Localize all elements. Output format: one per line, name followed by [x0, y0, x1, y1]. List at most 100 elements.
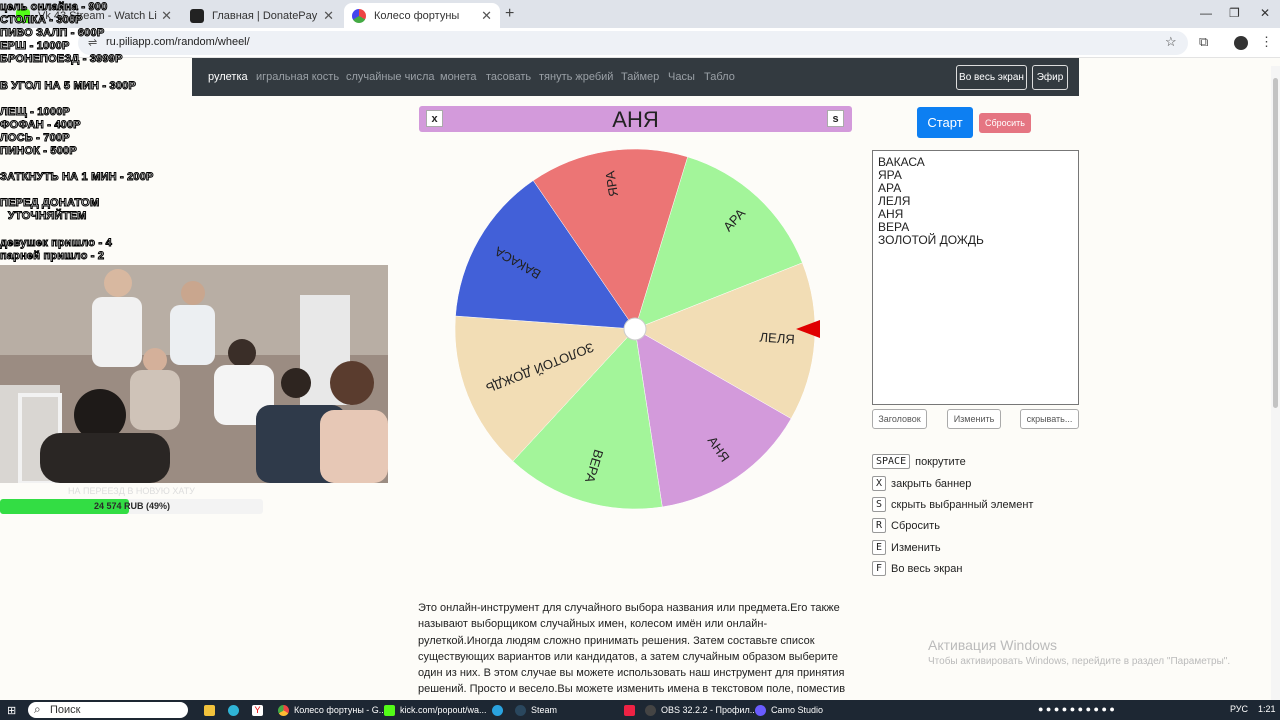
overlay-line: девушек пришло - 4	[0, 237, 112, 250]
name-line: ЯРА	[878, 168, 902, 182]
search-icon: ⌕	[34, 701, 41, 716]
taskbar-item-kick[interactable]: kick.com/popout/wa...	[384, 703, 487, 717]
tab-donatepay[interactable]: Главная | DonatePay ✕	[182, 3, 342, 28]
edge-icon[interactable]	[228, 703, 244, 717]
edit-button[interactable]: Изменить	[947, 409, 1001, 429]
key-badge: SPACE	[872, 454, 911, 469]
close-icon[interactable]: ✕	[323, 8, 334, 24]
key-badge: R	[872, 518, 887, 533]
fortune-wheel[interactable]: АРАЛЕЛЯАНЯВЕРАЗОЛОТОЙ ДОЖДЬВАКАСАЯРА	[450, 145, 822, 517]
overlay-line: ПИНОК - 500Р	[0, 145, 77, 158]
overlay-line: В УГОЛ НА 5 МИН - 300Р	[0, 80, 136, 93]
hotkey-text: Изменить	[891, 541, 941, 554]
language-indicator[interactable]: РУС	[1230, 704, 1248, 714]
nav-timer[interactable]: Таймер	[621, 71, 659, 83]
key-badge: S	[872, 497, 887, 512]
webcam-image	[0, 265, 388, 483]
url-text[interactable]: ru.piliapp.com/random/wheel/	[106, 36, 250, 48]
wheel-pointer-icon	[796, 320, 820, 338]
windows-start-icon[interactable]: ⊞	[7, 703, 16, 717]
nav-roulette[interactable]: рулетка	[208, 71, 248, 83]
menu-icon[interactable]: ⋮	[1260, 34, 1273, 50]
close-window-icon[interactable]: ✕	[1260, 6, 1270, 20]
names-textarea[interactable]: ВАКАСА ЯРА АРА ЛЕЛЯ АНЯ ВЕРА ЗОЛОТОЙ ДОЖ…	[872, 150, 1079, 405]
windows-activation-watermark: Активация Windows Чтобы активировать Win…	[928, 637, 1230, 667]
nav-draw-lots[interactable]: тянуть жребий	[539, 71, 613, 83]
tab-title: Колесо фортуны	[374, 9, 460, 22]
goal-amount: 24 574 RUB (49%)	[94, 501, 171, 511]
hotkey-x: X закрыть баннер	[872, 476, 971, 491]
taskbar-item-label: OBS 32.2.2 - Профил...	[661, 705, 758, 715]
extensions-icon[interactable]: ⧉	[1199, 34, 1208, 50]
hide-button[interactable]: скрывать...	[1020, 409, 1079, 429]
webcam-feed	[0, 265, 388, 483]
nav-dice[interactable]: игральная кость	[256, 71, 339, 83]
restore-icon[interactable]: ❐	[1229, 6, 1240, 20]
tab-title: Главная | DonatePay	[212, 9, 318, 22]
taskbar-item-label: Steam	[531, 705, 558, 715]
overlay-line: ПЕРЕД ДОНАТОМ	[0, 197, 100, 210]
explorer-icon[interactable]	[204, 703, 220, 717]
title-button[interactable]: Заголовок	[872, 409, 927, 429]
hotkey-space: SPACE покрутите	[872, 454, 966, 469]
overlay-line: БРОНЕПОЕЗД - 3999Р	[0, 53, 123, 66]
result-banner: АНЯ x s	[419, 106, 852, 132]
key-badge: E	[872, 540, 887, 555]
taskbar-item-label: Camo Studio	[771, 705, 824, 715]
nav-clock[interactable]: Часы	[668, 71, 695, 83]
overlay-line: парней пришло - 2	[0, 250, 105, 263]
overlay-line: цель онлайна - 900	[0, 1, 108, 14]
taskbar-item-label: kick.com/popout/wa...	[400, 705, 487, 715]
hide-item-button[interactable]: s	[827, 110, 844, 127]
profile-avatar[interactable]	[1234, 36, 1248, 50]
clock[interactable]: 1:21	[1258, 704, 1276, 714]
new-tab-icon[interactable]: +	[505, 5, 514, 23]
overlay-line: ЛЕЩ - 1000Р	[0, 106, 71, 119]
taskbar-item-chrome[interactable]: Колесо фортуны - G...	[278, 703, 386, 717]
fullscreen-button[interactable]: Во весь экран	[956, 65, 1027, 90]
tray-icons[interactable]: ● ● ● ● ● ● ● ● ● ●	[1038, 704, 1115, 714]
broadcast-button[interactable]: Эфир	[1032, 65, 1068, 90]
reset-button[interactable]: Сбросить	[979, 113, 1031, 133]
name-line: ЛЕЛЯ	[878, 194, 911, 208]
taskbar-item-steam[interactable]: Steam	[515, 703, 557, 717]
taskbar-item-obs[interactable]: OBS 32.2.2 - Профил...	[645, 703, 757, 717]
tab-wheel[interactable]: Колесо фортуны ✕	[344, 3, 500, 28]
hotkey-s: S скрыть выбранный элемент	[872, 497, 1033, 512]
name-line: ВАКАСА	[878, 155, 925, 169]
hotkey-text: Во весь экран	[891, 562, 963, 575]
scrollbar-thumb[interactable]	[1273, 78, 1278, 408]
hotkey-text: закрыть баннер	[891, 477, 972, 490]
start-button[interactable]: Старт	[917, 107, 973, 138]
windows-taskbar: ⊞ ⌕ Поиск Y Колесо фортуны - G... kick.c…	[0, 700, 1280, 720]
overlay-line: УТОЧНЯЙТЕМ	[8, 210, 87, 223]
minimize-icon[interactable]: —	[1200, 6, 1212, 20]
app-icon[interactable]	[624, 703, 640, 717]
wheel-center	[623, 317, 647, 341]
activation-subtitle: Чтобы активировать Windows, перейдите в …	[928, 656, 1231, 667]
wheel-segment-label: ЛЕЛЯ	[759, 329, 795, 346]
nav-random-numbers[interactable]: случайные числа	[346, 71, 434, 83]
bookmark-star-icon[interactable]: ☆	[1165, 34, 1177, 50]
taskbar-search-label: Поиск	[50, 704, 81, 716]
close-banner-button[interactable]: x	[426, 110, 443, 127]
key-badge: X	[872, 476, 887, 491]
description-text: Это онлайн-инструмент для случайного выб…	[418, 602, 846, 712]
nav-scoreboard[interactable]: Табло	[704, 71, 735, 83]
close-icon[interactable]: ✕	[481, 8, 492, 24]
close-icon[interactable]: ✕	[161, 8, 172, 24]
nav-coin[interactable]: монета	[440, 71, 477, 83]
yandex-icon[interactable]: Y	[252, 703, 268, 717]
taskbar-item-camo[interactable]: Camo Studio	[755, 703, 823, 717]
wheel-icon	[352, 8, 366, 23]
telegram-icon[interactable]	[492, 703, 508, 717]
overlay-line: ПИВО ЗАЛП - 600Р	[0, 27, 105, 40]
site-navbar: рулетка игральная кость случайные числа …	[192, 58, 1079, 96]
hotkey-e: E Изменить	[872, 540, 941, 555]
overlay-line: ФОФАН - 400Р	[0, 119, 81, 132]
browser-tab-bar: Vk 43 Stream - Watch Li ✕ Главная | Dona…	[0, 0, 1280, 28]
goal-title: НА ПЕРЕЕЗД В НОВУЮ ХАТУ	[68, 486, 195, 496]
hotkey-text: покрутите	[915, 455, 966, 468]
nav-shuffle[interactable]: тасовать	[486, 71, 531, 83]
overlay-line: ЛОСЬ - 700Р	[0, 132, 70, 145]
